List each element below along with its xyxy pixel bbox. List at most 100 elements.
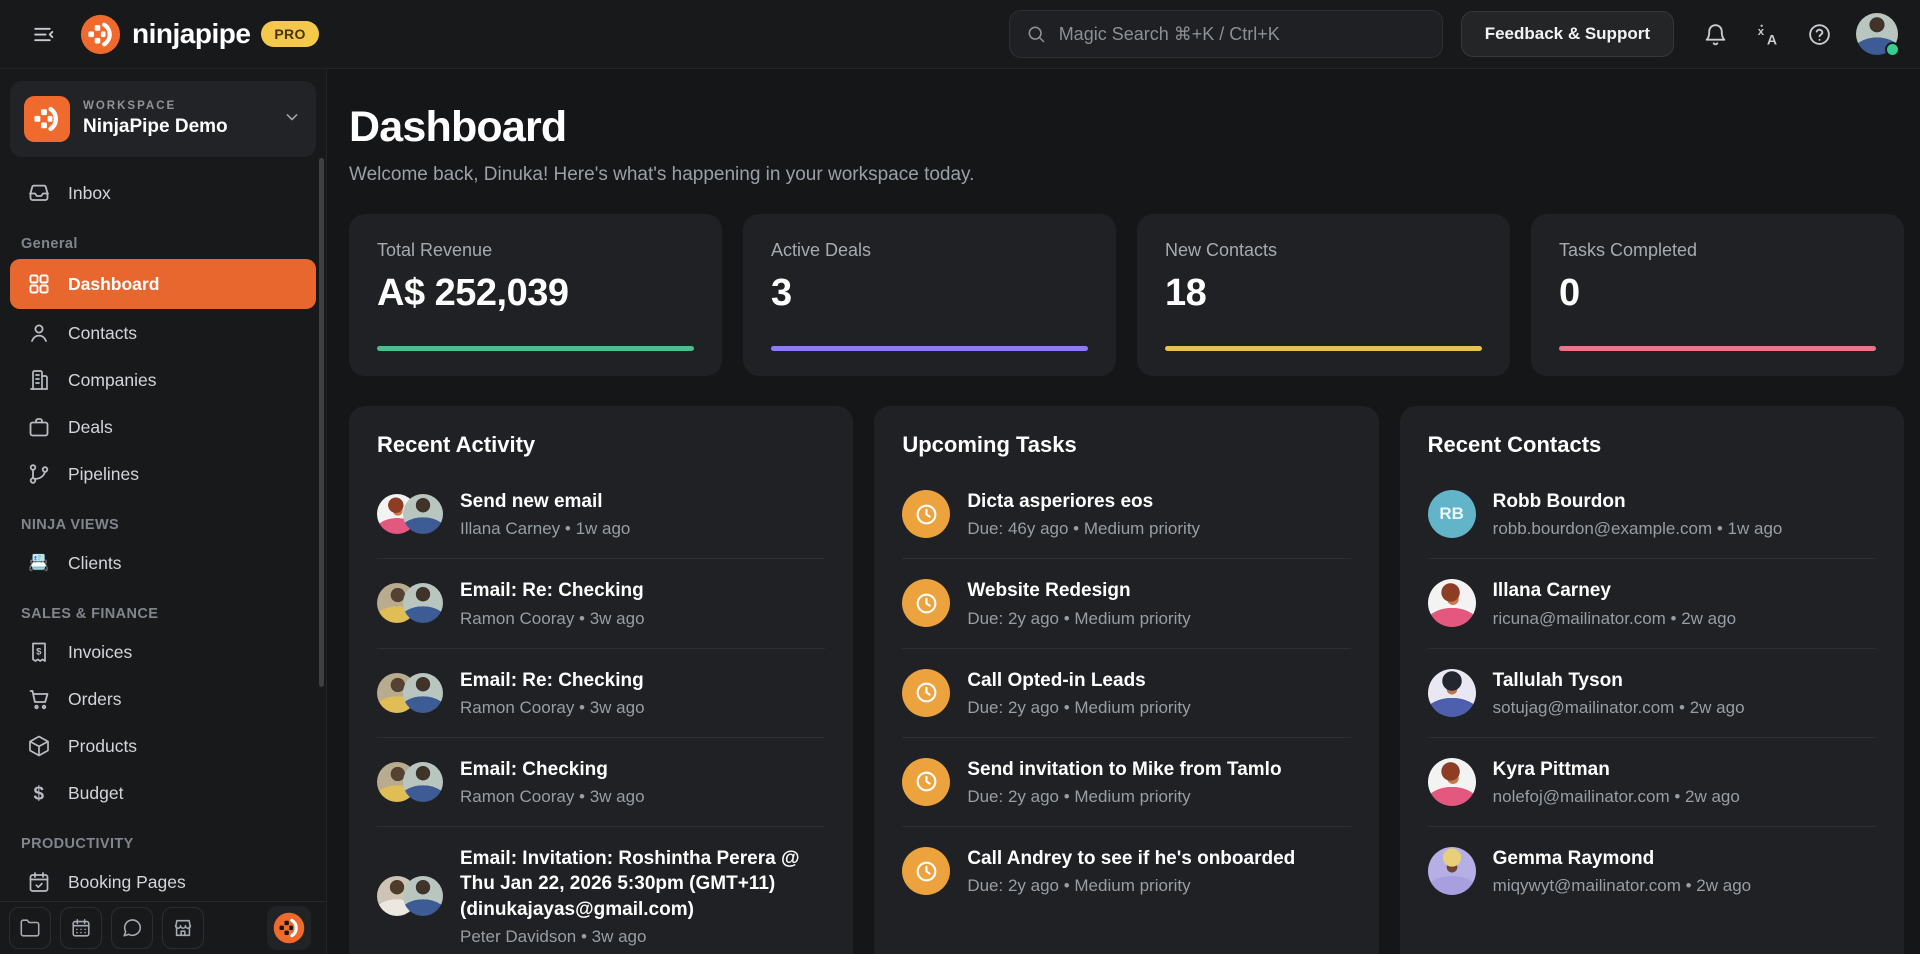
clock-icon [902, 847, 950, 895]
avatar-pair [377, 583, 443, 623]
avatar-pair [377, 494, 443, 534]
user-avatar[interactable] [1856, 13, 1898, 55]
workspace-label: WORKSPACE [83, 100, 228, 112]
activity-item[interactable]: Email: CheckingRamon Cooray • 3w ago [377, 737, 825, 826]
stat-card-new-contacts[interactable]: New Contacts 18 [1137, 214, 1510, 376]
clients-emoji-icon: 📇 [27, 553, 51, 573]
contact-item[interactable]: Gemma Raymondmiqywyt@mailinator.com • 2w… [1428, 826, 1876, 915]
sidebar-scrollbar[interactable] [319, 158, 324, 687]
activity-item[interactable]: Send new email Illana Carney • 1w ago [377, 470, 825, 558]
orders-icon [27, 687, 51, 711]
contacts-icon [27, 321, 51, 345]
clock-icon [902, 490, 950, 538]
sidebar-collapse-icon [31, 22, 56, 47]
task-meta: Due: 2y ago • Medium priority [967, 876, 1295, 896]
activity-meta: Ramon Cooray • 3w ago [460, 609, 645, 629]
sidebar-item-companies[interactable]: Companies [10, 357, 316, 403]
workspace-name: NinjaPipe Demo [83, 116, 228, 138]
sidebar-item-budget[interactable]: $ Budget [10, 770, 316, 816]
search-input[interactable] [1057, 23, 1426, 46]
sidebar-item-dashboard[interactable]: Dashboard [10, 259, 316, 309]
contact-name: Robb Bourdon [1493, 489, 1783, 514]
avatar [1428, 758, 1476, 806]
bell-icon [1703, 22, 1728, 47]
contact-item[interactable]: Tallulah Tysonsotujag@mailinator.com • 2… [1428, 648, 1876, 737]
ninjapipe-home-button[interactable] [267, 906, 311, 950]
avatar [403, 673, 443, 713]
activity-item[interactable]: Email: Re: CheckingRamon Cooray • 3w ago [377, 558, 825, 647]
files-button[interactable] [9, 907, 51, 949]
chevron-down-icon [282, 107, 302, 132]
folder-icon [19, 917, 41, 939]
stat-card-total-revenue[interactable]: Total Revenue A$ 252,039 [349, 214, 722, 376]
sidebar-item-label: Clients [68, 553, 122, 574]
sidebar-item-invoices[interactable]: $ Invoices [10, 629, 316, 675]
avatar [1428, 579, 1476, 627]
stat-label: Active Deals [771, 240, 1088, 261]
avatar-pair [377, 876, 443, 916]
brand-name: ninjapipe [132, 18, 250, 50]
brand[interactable]: ninjapipe PRO [80, 14, 319, 55]
stat-card-tasks-completed[interactable]: Tasks Completed 0 [1531, 214, 1904, 376]
avatar [403, 494, 443, 534]
stat-accent-bar [377, 346, 694, 351]
avatar [403, 762, 443, 802]
upcoming-tasks-card: Upcoming Tasks Dicta asperiores eosDue: … [874, 406, 1378, 954]
sidebar-collapse-button[interactable] [22, 13, 64, 55]
invoices-icon: $ [27, 640, 51, 664]
contact-item[interactable]: Kyra Pittmannolefoj@mailinator.com • 2w … [1428, 737, 1876, 826]
translate-icon: xA [1755, 22, 1780, 47]
calendar-icon [70, 917, 92, 939]
workspace-logo-icon [24, 96, 70, 142]
sidebar-item-contacts[interactable]: Contacts [10, 310, 316, 356]
contact-meta: ricuna@mailinator.com • 2w ago [1493, 609, 1736, 629]
task-item[interactable]: Call Opted-in LeadsDue: 2y ago • Medium … [902, 648, 1350, 737]
workspace-selector[interactable]: WORKSPACE NinjaPipe Demo [10, 81, 316, 157]
activity-item[interactable]: Email: Invitation: Roshintha Perera @ Th… [377, 826, 825, 954]
booking-pages-icon [27, 870, 51, 894]
feedback-support-button[interactable]: Feedback & Support [1461, 11, 1674, 57]
stat-label: Tasks Completed [1559, 240, 1876, 261]
help-button[interactable] [1798, 13, 1840, 55]
sidebar-item-pipelines[interactable]: Pipelines [10, 451, 316, 497]
calendar-button[interactable] [60, 907, 102, 949]
contact-item[interactable]: Illana Carney ricuna@mailinator.com • 2w … [1428, 558, 1876, 647]
task-item[interactable]: Send invitation to Mike from TamloDue: 2… [902, 737, 1350, 826]
activity-meta: Illana Carney • 1w ago [460, 519, 630, 539]
stat-value: 3 [771, 272, 1088, 315]
sidebar-item-booking-pages[interactable]: Booking Pages [10, 859, 316, 901]
svg-text:A: A [1766, 31, 1776, 47]
task-item[interactable]: Dicta asperiores eosDue: 46y ago • Mediu… [902, 470, 1350, 558]
store-button[interactable] [162, 907, 204, 949]
chat-button[interactable] [111, 907, 153, 949]
translate-button[interactable]: xA [1746, 13, 1788, 55]
stat-label: New Contacts [1165, 240, 1482, 261]
task-title: Call Andrey to see if he's onboarded [967, 846, 1295, 871]
card-title: Recent Contacts [1428, 432, 1876, 458]
recent-contacts-card: Recent Contacts RB Robb Bourdonrobb.bour… [1400, 406, 1904, 954]
task-item[interactable]: Website RedesignDue: 2y ago • Medium pri… [902, 558, 1350, 647]
activity-title: Send new email [460, 489, 630, 514]
main-content: Dashboard Welcome back, Dinuka! Here's w… [327, 69, 1920, 954]
stat-accent-bar [1165, 346, 1482, 351]
search-box[interactable] [1009, 10, 1443, 58]
sidebar-item-orders[interactable]: Orders [10, 676, 316, 722]
help-icon [1807, 22, 1832, 47]
contact-name: Kyra Pittman [1493, 757, 1740, 782]
sidebar-item-products[interactable]: Products [10, 723, 316, 769]
sidebar-item-clients[interactable]: 📇 Clients [10, 540, 316, 586]
contact-name: Gemma Raymond [1493, 846, 1751, 871]
sidebar-item-label: Companies [68, 370, 157, 391]
stat-card-active-deals[interactable]: Active Deals 3 [743, 214, 1116, 376]
sidebar-item-deals[interactable]: Deals [10, 404, 316, 450]
task-item[interactable]: Call Andrey to see if he's onboarded Due:… [902, 826, 1350, 915]
task-meta: Due: 2y ago • Medium priority [967, 787, 1281, 807]
section-label-sales-finance: SALES & FINANCE [21, 606, 326, 622]
sidebar-item-inbox[interactable]: Inbox [10, 170, 316, 216]
notifications-button[interactable] [1694, 13, 1736, 55]
activity-item[interactable]: Email: Re: CheckingRamon Cooray • 3w ago [377, 648, 825, 737]
contact-item[interactable]: RB Robb Bourdonrobb.bourdon@example.com … [1428, 470, 1876, 558]
contact-name: Illana Carney [1493, 578, 1736, 603]
activity-meta: Peter Davidson • 3w ago [460, 927, 825, 947]
dashboard-grid-icon [27, 272, 51, 296]
